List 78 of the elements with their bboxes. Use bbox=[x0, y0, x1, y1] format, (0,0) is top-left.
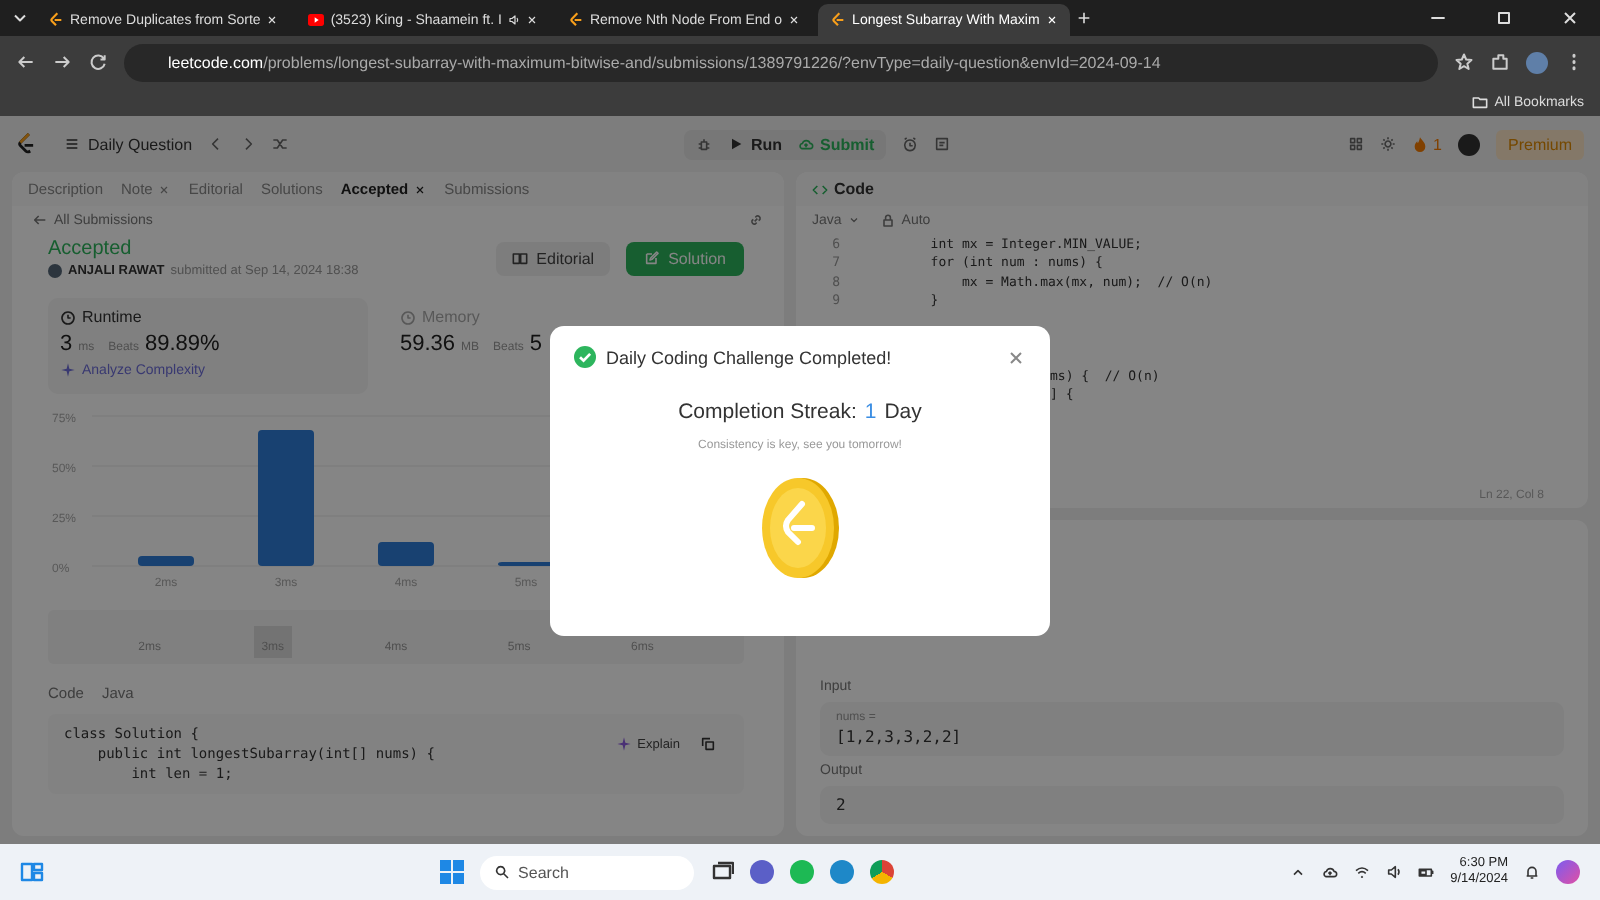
streak-counter[interactable]: 1 bbox=[1411, 135, 1442, 153]
forward-icon[interactable] bbox=[52, 52, 72, 72]
star-icon[interactable] bbox=[1454, 52, 1474, 72]
book-icon bbox=[512, 250, 529, 266]
copilot-icon[interactable] bbox=[1556, 860, 1581, 884]
clock-icon bbox=[60, 309, 76, 325]
widgets-icon[interactable] bbox=[20, 860, 44, 884]
status-text: Accepted bbox=[48, 238, 134, 260]
extensions-icon[interactable] bbox=[1490, 52, 1510, 72]
reload-icon[interactable] bbox=[88, 52, 108, 72]
show-hidden-icons-icon[interactable] bbox=[1290, 864, 1307, 880]
beats-percentage: 5 bbox=[529, 332, 542, 356]
runtime-value: 3 bbox=[60, 332, 73, 356]
coin-icon bbox=[760, 476, 840, 580]
problem-list-button[interactable]: Daily Question bbox=[64, 135, 193, 153]
chrome-app-icon[interactable] bbox=[870, 860, 895, 884]
play-icon bbox=[728, 136, 745, 152]
notification-bell-icon[interactable] bbox=[1524, 864, 1541, 880]
link-icon[interactable] bbox=[748, 212, 764, 228]
copy-icon[interactable] bbox=[700, 736, 716, 752]
folder-icon bbox=[1472, 94, 1489, 110]
close-icon[interactable] bbox=[414, 183, 427, 195]
cloud-upload-icon bbox=[798, 136, 815, 152]
panel-title: Code bbox=[812, 180, 1572, 198]
back-arrow-icon bbox=[32, 212, 48, 228]
card-label: Runtime bbox=[60, 308, 356, 326]
shuffle-icon[interactable] bbox=[272, 136, 289, 152]
edit-icon bbox=[644, 250, 661, 266]
input-value: [1,2,3,3,2,2] bbox=[836, 728, 964, 746]
fire-icon bbox=[1411, 136, 1428, 152]
dialog-title: Daily Coding Challenge Completed! bbox=[606, 347, 894, 367]
battery-icon[interactable] bbox=[1418, 864, 1435, 880]
premium-button[interactable]: Premium bbox=[1496, 129, 1585, 159]
edge-app-icon[interactable] bbox=[830, 860, 855, 884]
submit-button[interactable]: Submit bbox=[798, 135, 875, 153]
list-icon bbox=[64, 136, 80, 152]
leetcode-logo-icon bbox=[830, 12, 847, 28]
layout-icon[interactable] bbox=[1347, 136, 1364, 152]
taskbar-search-field[interactable]: Search bbox=[480, 855, 695, 889]
leetcode-logo-icon bbox=[567, 12, 584, 28]
sparkle-icon bbox=[615, 736, 632, 752]
code-icon bbox=[812, 181, 828, 197]
beats-percentage: 89.89% bbox=[144, 332, 220, 356]
new-tab-icon[interactable] bbox=[1075, 10, 1092, 26]
run-button[interactable]: Run bbox=[728, 135, 783, 153]
streak-unit: Day bbox=[884, 400, 922, 424]
back-icon[interactable] bbox=[16, 52, 36, 72]
close-icon[interactable] bbox=[1560, 8, 1580, 28]
user-avatar[interactable] bbox=[1458, 133, 1480, 155]
windows-start-icon[interactable] bbox=[440, 860, 465, 884]
video-site-icon bbox=[308, 12, 325, 28]
lock-icon bbox=[879, 212, 896, 228]
user-avatar bbox=[48, 264, 62, 278]
settings-icon[interactable] bbox=[1379, 136, 1396, 152]
bug-icon[interactable] bbox=[696, 136, 713, 152]
memory-value: 59.36 bbox=[400, 332, 456, 356]
cloud-icon[interactable] bbox=[1322, 864, 1339, 880]
streak-label: Completion Streak: bbox=[678, 400, 857, 424]
speaker-icon[interactable] bbox=[1386, 864, 1403, 880]
task-view-icon[interactable] bbox=[710, 860, 735, 884]
streak-count: 1 bbox=[864, 400, 877, 424]
solution-button[interactable]: Solution bbox=[626, 241, 744, 275]
editorial-button[interactable]: Editorial bbox=[496, 241, 611, 275]
address-bar[interactable]: leetcode.com/problems/longest-subarray-with-maximum-bitwise-and/submissions/1389791226/?envType=daily-question&envId=2024-09-14 bbox=[124, 43, 1438, 81]
note-icon[interactable] bbox=[934, 136, 951, 152]
output-value: 2 bbox=[836, 796, 848, 814]
teams-app-icon[interactable] bbox=[750, 860, 775, 884]
chevron-down-icon bbox=[847, 214, 860, 226]
maximize-icon[interactable] bbox=[1494, 8, 1514, 28]
leetcode-logo-icon[interactable] bbox=[16, 132, 36, 156]
next-icon[interactable] bbox=[240, 136, 257, 152]
check-circle-icon bbox=[574, 346, 596, 368]
sparkle-icon bbox=[60, 362, 76, 378]
leetcode-logo-icon bbox=[48, 12, 64, 28]
search-icon bbox=[494, 864, 511, 880]
alarm-icon[interactable] bbox=[902, 136, 919, 152]
wifi-icon[interactable] bbox=[1354, 864, 1371, 880]
profile-avatar[interactable] bbox=[1526, 51, 1548, 73]
